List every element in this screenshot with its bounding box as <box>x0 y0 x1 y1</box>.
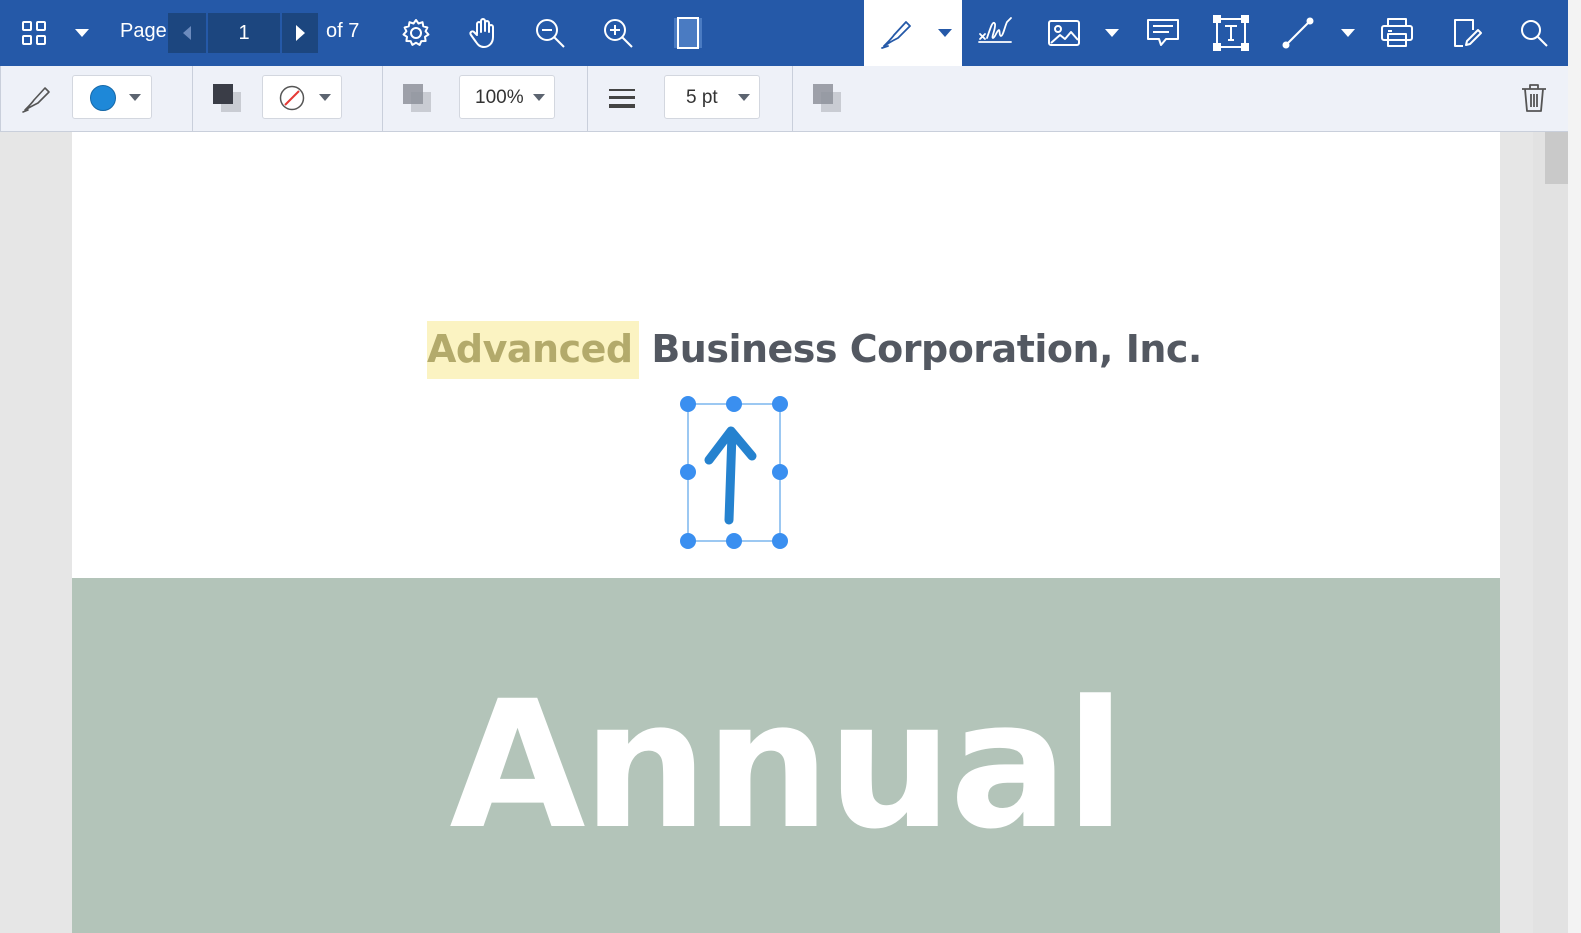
opacity-value: 100% <box>475 87 524 108</box>
highlighted-text[interactable]: Advanced <box>427 321 639 379</box>
settings-gear-icon[interactable] <box>396 0 436 66</box>
trash-icon[interactable] <box>1519 82 1549 114</box>
signature-icon[interactable] <box>975 0 1017 66</box>
vertical-scrollbar[interactable] <box>1533 132 1568 933</box>
stroke-color-dropdown[interactable] <box>72 75 152 119</box>
title-text: Business Corporation, Inc. <box>651 327 1202 371</box>
zoom-out-icon[interactable] <box>530 0 570 66</box>
opacity-dropdown[interactable]: 100% <box>459 75 555 119</box>
document-page: Advanced Business Corporation, Inc. Annu… <box>72 132 1500 933</box>
ink-pen-icon <box>22 87 50 113</box>
chevron-down-icon <box>129 94 141 101</box>
chevron-down-icon <box>319 94 331 101</box>
selected-ink-annotation[interactable] <box>672 394 792 550</box>
chevron-down-icon <box>738 94 750 101</box>
thickness-dropdown[interactable]: 5 pt <box>664 75 760 119</box>
no-fill-icon <box>279 85 305 111</box>
comment-icon[interactable] <box>1142 0 1184 66</box>
line-icon[interactable] <box>1278 0 1318 66</box>
print-icon[interactable] <box>1376 0 1418 66</box>
arrow-stroke <box>704 426 757 525</box>
chevron-right-icon <box>296 25 305 41</box>
thumbnails-grid-icon[interactable] <box>14 0 54 66</box>
search-icon[interactable] <box>1514 0 1554 66</box>
banner-heading: Annual <box>449 663 1125 868</box>
previous-page-button[interactable] <box>168 13 206 53</box>
view-dropdown-caret-icon[interactable] <box>70 0 94 66</box>
page-count-label: of 7 <box>326 20 360 42</box>
fill-color-dropdown[interactable] <box>262 75 342 119</box>
pan-hand-icon[interactable] <box>462 0 504 66</box>
ink-pen-icon <box>881 21 911 49</box>
ink-tool-button[interactable] <box>864 0 962 66</box>
main-toolbar: Page 1 of 7 <box>0 0 1581 66</box>
line-thickness-icon <box>609 89 635 108</box>
fill-color-icon <box>213 84 241 112</box>
page-label: Page <box>120 20 167 42</box>
cover-banner: Annual <box>72 578 1500 933</box>
chevron-left-icon <box>183 26 191 40</box>
stroke-color-swatch <box>90 85 116 111</box>
page-view-icon[interactable] <box>668 0 708 66</box>
chevron-down-icon <box>533 94 545 101</box>
opacity-icon <box>403 84 431 112</box>
thickness-value: 5 pt <box>686 87 718 108</box>
next-page-button[interactable] <box>282 13 318 53</box>
layer-order-icon[interactable] <box>811 82 843 114</box>
image-icon[interactable] <box>1044 0 1084 66</box>
image-dropdown-caret-icon[interactable] <box>1100 0 1124 66</box>
page-number-input[interactable]: 1 <box>208 13 280 53</box>
edit-document-icon[interactable] <box>1446 0 1486 66</box>
ink-dropdown-caret-icon[interactable] <box>938 29 952 37</box>
annotation-properties-bar: 100% 5 pt <box>0 66 1569 132</box>
zoom-in-icon[interactable] <box>598 0 638 66</box>
line-dropdown-caret-icon[interactable] <box>1336 0 1360 66</box>
document-title: Advanced Business Corporation, Inc. <box>427 321 1202 387</box>
text-box-icon[interactable] <box>1210 0 1252 66</box>
scrollbar-thumb[interactable] <box>1545 132 1568 184</box>
